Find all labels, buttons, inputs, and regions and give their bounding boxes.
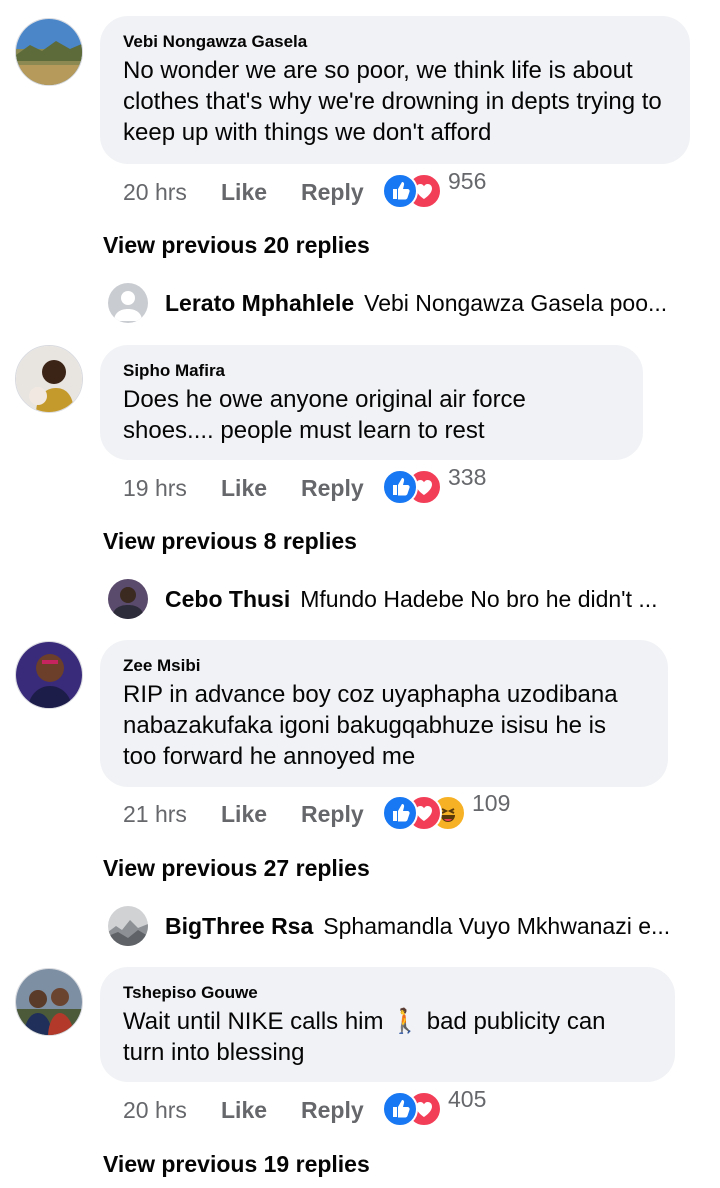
view-previous-replies[interactable]: View previous 8 replies xyxy=(103,528,357,555)
reply-avatar[interactable] xyxy=(108,579,148,619)
reply-preview: Cebo Thusi Mfundo Hadebe No bro he didn't… xyxy=(165,586,685,613)
like-reaction-icon xyxy=(382,469,418,505)
like-button[interactable]: Like xyxy=(221,801,267,828)
reaction-count[interactable]: 405 xyxy=(448,1086,486,1113)
view-previous-replies[interactable]: View previous 19 replies xyxy=(103,1151,370,1178)
comment-text: No wonder we are so poor, we think life … xyxy=(123,57,662,146)
comment-time[interactable]: 19 hrs xyxy=(123,475,187,502)
reaction-count[interactable]: 109 xyxy=(472,790,510,817)
commenter-avatar[interactable] xyxy=(15,968,83,1036)
reply-preview: Lerato Mphahlele Vebi Nongawza Gasela poo… xyxy=(165,290,685,317)
like-button[interactable]: Like xyxy=(221,475,267,502)
comment-time[interactable]: 21 hrs xyxy=(123,801,187,828)
view-previous-replies[interactable]: View previous 20 replies xyxy=(103,232,370,259)
comment-author[interactable]: Sipho Mafira xyxy=(123,361,621,381)
reply-button[interactable]: Reply xyxy=(301,801,364,828)
reply-preview-text: Vebi Nongawza Gasela poo... xyxy=(364,290,668,316)
commenter-avatar[interactable] xyxy=(15,18,83,86)
commenter-avatar[interactable] xyxy=(15,345,83,413)
reply-author[interactable]: BigThree Rsa xyxy=(165,913,313,939)
reply-button[interactable]: Reply xyxy=(301,1097,364,1124)
like-reaction-icon xyxy=(382,1091,418,1127)
comment-bubble: Sipho Mafira Does he owe anyone original… xyxy=(100,345,643,460)
comment-bubble: Tshepiso Gouwe Wait until NIKE calls him… xyxy=(100,967,675,1082)
commenter-avatar[interactable] xyxy=(15,641,83,709)
reply-author[interactable]: Lerato Mphahlele xyxy=(165,290,354,316)
reply-author[interactable]: Cebo Thusi xyxy=(165,586,290,612)
comment-text: Wait until NIKE calls him 🚶 bad publicit… xyxy=(123,1008,606,1066)
reaction-count[interactable]: 338 xyxy=(448,464,486,491)
comment-text: RIP in advance boy coz uyaphapha uzodiba… xyxy=(123,681,618,770)
comment-time[interactable]: 20 hrs xyxy=(123,179,187,206)
comment-bubble: Zee Msibi RIP in advance boy coz uyaphap… xyxy=(100,640,668,787)
comment-text: Does he owe anyone original air force sh… xyxy=(123,386,526,444)
like-reaction-icon xyxy=(382,795,418,831)
comment-author[interactable]: Tshepiso Gouwe xyxy=(123,983,653,1003)
latest-reply[interactable]: Lerato Mphahlele Vebi Nongawza Gasela poo… xyxy=(108,283,688,323)
reaction-count[interactable]: 956 xyxy=(448,168,486,195)
comment-bubble: Vebi Nongawza Gasela No wonder we are so… xyxy=(100,16,690,164)
comment-author[interactable]: Zee Msibi xyxy=(123,656,646,676)
reply-preview-text: Sphamandla Vuyo Mkhwanazi e... xyxy=(323,913,671,939)
like-button[interactable]: Like xyxy=(221,179,267,206)
reply-preview-text: Mfundo Hadebe No bro he didn't ... xyxy=(300,586,658,612)
like-reaction-icon xyxy=(382,173,418,209)
reply-preview: BigThree Rsa Sphamandla Vuyo Mkhwanazi e.… xyxy=(165,913,685,940)
comment-author[interactable]: Vebi Nongawza Gasela xyxy=(123,32,668,52)
reply-button[interactable]: Reply xyxy=(301,179,364,206)
comment-time[interactable]: 20 hrs xyxy=(123,1097,187,1124)
reply-button[interactable]: Reply xyxy=(301,475,364,502)
latest-reply[interactable]: BigThree Rsa Sphamandla Vuyo Mkhwanazi e.… xyxy=(108,906,688,946)
latest-reply[interactable]: Cebo Thusi Mfundo Hadebe No bro he didn't… xyxy=(108,579,688,619)
view-previous-replies[interactable]: View previous 27 replies xyxy=(103,855,370,882)
reply-avatar[interactable] xyxy=(108,906,148,946)
reply-avatar[interactable] xyxy=(108,283,148,323)
like-button[interactable]: Like xyxy=(221,1097,267,1124)
